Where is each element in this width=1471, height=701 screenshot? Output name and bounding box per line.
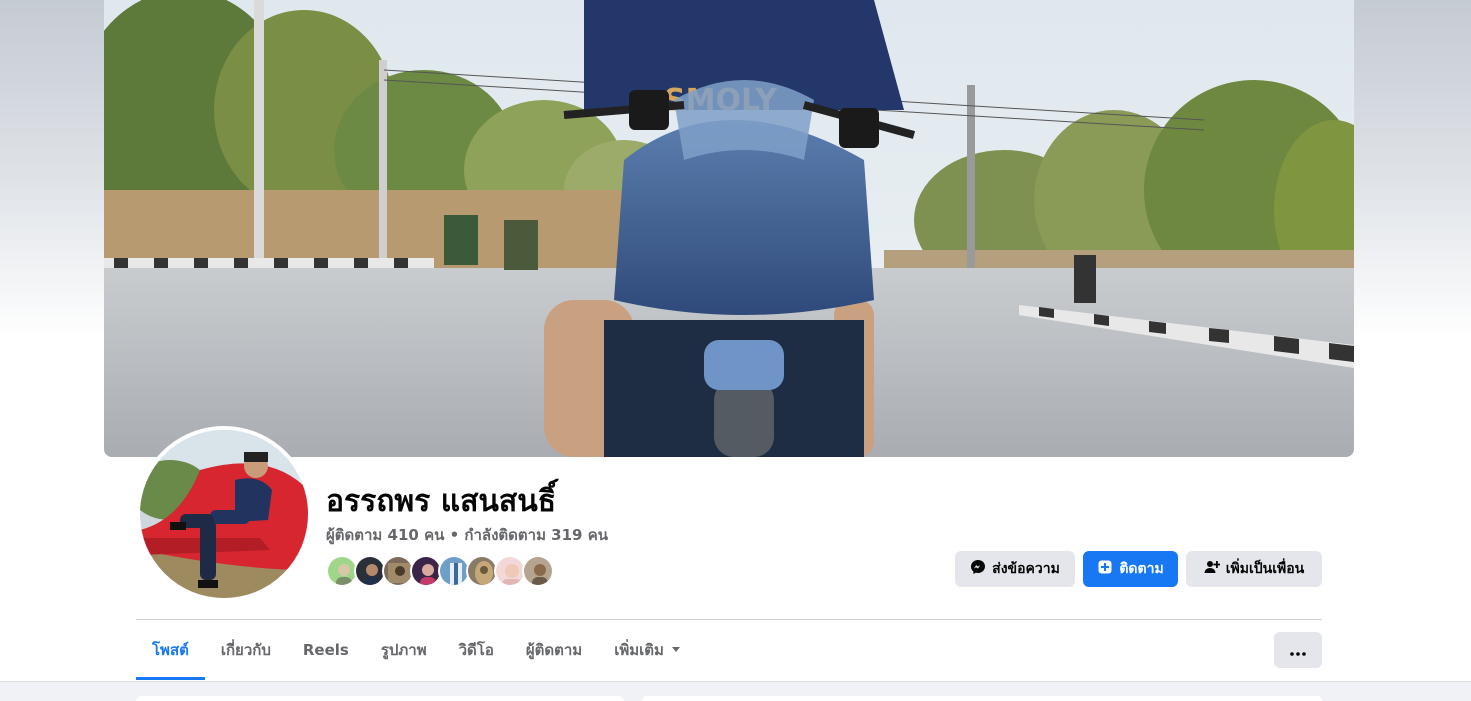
tab-about[interactable]: เกี่ยวกับ	[205, 620, 287, 680]
follow-button-label: ติดตาม	[1119, 561, 1164, 577]
composer-card	[642, 696, 1322, 701]
add-friend-button[interactable]: เพิ่มเป็นเพื่อน	[1186, 551, 1322, 587]
tab-label: โพสต์	[152, 641, 189, 659]
tab-label: ผู้ติดตาม	[525, 641, 583, 659]
tab-followers[interactable]: ผู้ติดตาม	[510, 620, 598, 680]
cover-photo[interactable]: SMOLY	[104, 0, 1354, 457]
mutual-friends-avatars[interactable]	[326, 555, 554, 587]
intro-card	[136, 696, 624, 701]
more-options-button[interactable]	[1274, 632, 1322, 668]
tab-label: รูปภาพ	[380, 641, 427, 659]
follow-plus-icon	[1097, 559, 1113, 579]
tab-label: วิดีโอ	[458, 641, 494, 659]
tab-label: Reels	[302, 641, 349, 659]
tab-reels[interactable]: Reels	[287, 620, 365, 680]
more-options-icon	[1290, 641, 1306, 660]
profile-tabs: โพสต์ เกี่ยวกับ Reels รูปภาพ วิดีโอ ผู้ต…	[136, 620, 698, 680]
follow-button[interactable]: ติดตาม	[1083, 551, 1178, 587]
tab-posts[interactable]: โพสต์	[136, 620, 205, 680]
tab-label: เพิ่มเติม	[614, 641, 664, 659]
add-friend-button-label: เพิ่มเป็นเพื่อน	[1225, 561, 1305, 577]
add-friend-icon	[1204, 559, 1221, 579]
message-button-label: ส่งข้อความ	[992, 561, 1060, 577]
friend-avatar[interactable]	[522, 555, 554, 587]
chevron-down-icon	[670, 641, 682, 659]
tab-videos[interactable]: วิดีโอ	[443, 620, 510, 680]
profile-name: อรรถพร แสนสนธิ์	[326, 484, 557, 519]
message-button[interactable]: ส่งข้อความ	[955, 551, 1075, 587]
tab-more[interactable]: เพิ่มเติม	[598, 620, 698, 680]
profile-stats[interactable]: ผู้ติดตาม 410 คน • กำลังติดตาม 319 คน	[326, 523, 608, 547]
profile-avatar[interactable]	[136, 426, 312, 602]
messenger-icon	[970, 559, 986, 579]
tab-label: เกี่ยวกับ	[220, 641, 271, 659]
tab-photos[interactable]: รูปภาพ	[365, 620, 443, 680]
